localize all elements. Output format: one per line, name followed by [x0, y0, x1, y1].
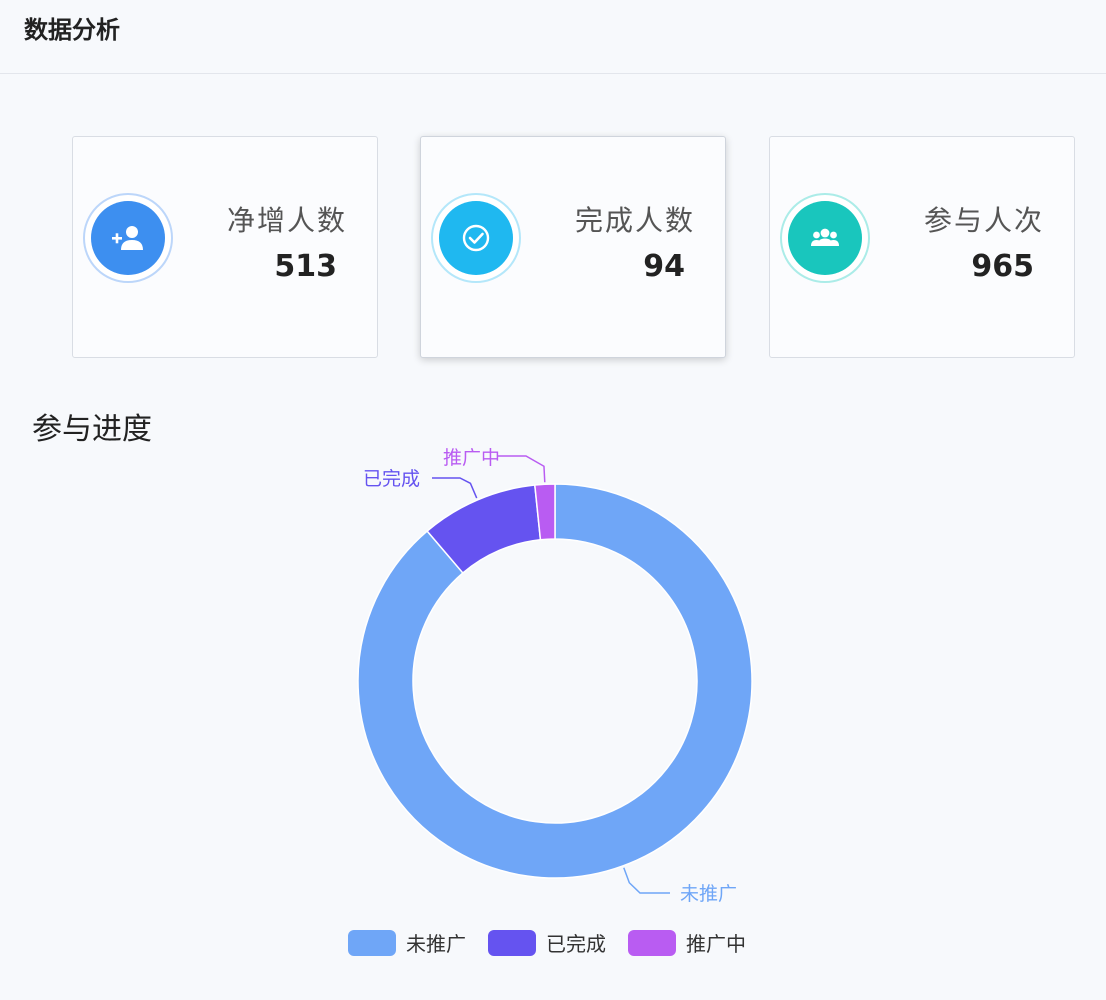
slice-label-promoting: 推广中	[443, 447, 500, 469]
legend-label: 未推广	[406, 932, 466, 956]
slice-label-unpromoted: 未推广	[680, 883, 737, 905]
leader-line	[498, 455, 546, 483]
legend-item-promoting[interactable]: 推广中	[628, 928, 746, 957]
legend-label: 已完成	[546, 932, 606, 956]
page: 数据分析 净增人数 513 完成人数 94 参与人次 965 参与进度 未推广 …	[0, 0, 1106, 1000]
legend-swatch	[488, 929, 536, 956]
leader-line	[432, 477, 478, 499]
chart-legend: 未推广 已完成 推广中	[348, 928, 768, 957]
slice-label-completed: 已完成	[363, 468, 420, 490]
legend-item-completed[interactable]: 已完成	[488, 928, 606, 957]
donut-chart: 未推广 已完成 推广中	[357, 447, 753, 905]
legend-item-unpromoted[interactable]: 未推广	[348, 928, 466, 957]
legend-label: 推广中	[686, 932, 746, 956]
legend-swatch	[628, 929, 676, 956]
leader-line	[623, 867, 670, 894]
legend-swatch	[348, 929, 396, 956]
slice-unpromoted[interactable]	[357, 483, 753, 879]
